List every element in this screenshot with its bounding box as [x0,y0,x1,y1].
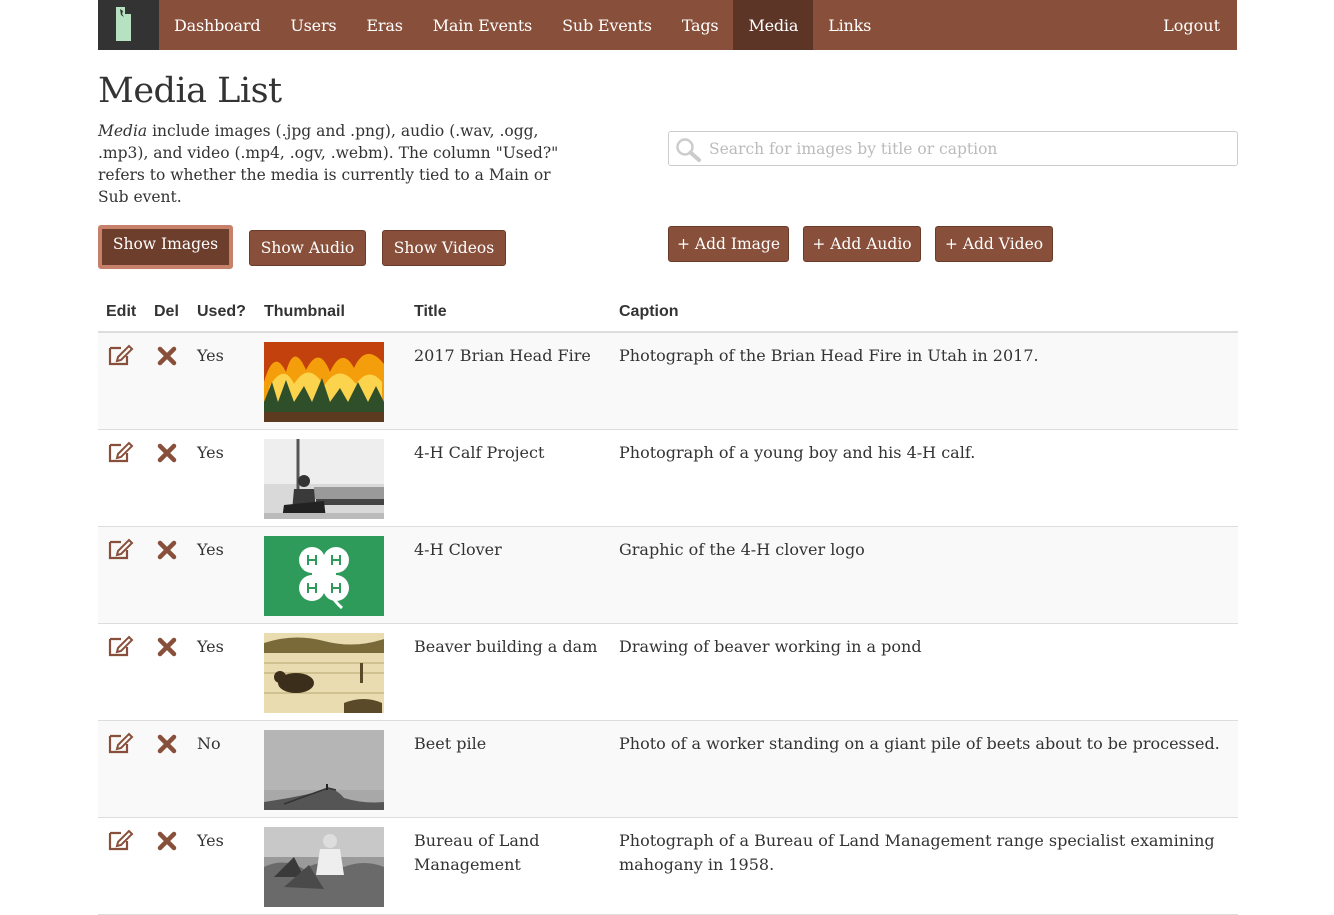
show-audio-button[interactable]: Show Audio [249,230,366,266]
used-value: Yes [197,540,224,559]
nav-item-sub-events[interactable]: Sub Events [547,0,667,50]
page-intro: Media include images (.jpg and .png), au… [98,120,568,208]
boy-with-calf-thumbnail [264,439,384,519]
media-table: Edit Del Used? Thumbnail Title Caption Y… [98,292,1238,915]
nav-item-main-events[interactable]: Main Events [418,0,547,50]
edit-icon[interactable] [108,343,134,367]
nav-item-eras[interactable]: Eras [351,0,417,50]
nav-item-tags[interactable]: Tags [667,0,734,50]
table-row: Yes Bureau of Land Management Photograph… [98,818,1238,915]
add-video-button[interactable]: + Add Video [935,226,1053,262]
used-value: Yes [197,346,224,365]
nav-item-dashboard[interactable]: Dashboard [159,0,275,50]
search-input[interactable] [709,132,1229,165]
header-title: Title [414,303,447,320]
nav-item-links[interactable]: Links [813,0,886,50]
media-caption: Drawing of beaver working in a pond [619,637,922,656]
table-row: Yes Beaver building a dam Drawing of bea… [98,624,1238,721]
page-title: Media List [98,71,282,111]
table-row: Yes 4-H Calf Project Photograph of a you… [98,430,1238,527]
media-caption: Photograph of a young boy and his 4-H ca… [619,443,976,462]
forest-fire-thumbnail [264,342,384,422]
intro-emphasis: Media [98,122,148,140]
nav-menu: Dashboard Users Eras Main Events Sub Eve… [159,0,886,50]
add-audio-button[interactable]: + Add Audio [803,226,921,262]
top-navbar: Dashboard Users Eras Main Events Sub Eve… [98,0,1237,50]
thumbnail-image[interactable] [264,633,384,713]
delete-icon[interactable] [157,734,177,754]
edit-icon[interactable] [108,440,134,464]
edit-icon[interactable] [108,634,134,658]
beet-pile-thumbnail [264,730,384,810]
media-caption: Photo of a worker standing on a giant pi… [619,734,1220,753]
header-del: Del [154,303,179,320]
delete-icon[interactable] [157,540,177,560]
used-value: Yes [197,443,224,462]
media-title: 4-H Calf Project [414,443,545,462]
media-title: Bureau of Land Management [414,831,540,874]
thumbnail-image[interactable] [264,536,384,616]
used-value: No [197,734,221,753]
delete-icon[interactable] [157,831,177,851]
nav-item-media[interactable]: Media [733,0,814,50]
show-videos-button[interactable]: Show Videos [382,230,506,266]
utah-state-icon [116,7,131,41]
media-title: Beet pile [414,734,487,753]
media-title: 2017 Brian Head Fire [414,346,591,365]
thumbnail-image[interactable] [264,439,384,519]
thumbnail-image[interactable] [264,827,384,907]
header-thumbnail: Thumbnail [264,303,345,320]
4h-clover-thumbnail [264,536,384,616]
table-row: No Beet pile Photo of a worker standing … [98,721,1238,818]
used-value: Yes [197,831,224,850]
add-image-button[interactable]: + Add Image [668,226,789,262]
search-icon [676,138,701,162]
thumbnail-image[interactable] [264,342,384,422]
header-edit: Edit [106,303,137,320]
delete-icon[interactable] [157,443,177,463]
header-caption: Caption [619,303,679,320]
media-caption: Graphic of the 4-H clover logo [619,540,865,559]
show-images-button[interactable]: Show Images [98,225,233,269]
blm-specialist-thumbnail [264,827,384,907]
logout-link[interactable]: Logout [1163,0,1220,50]
edit-icon[interactable] [108,731,134,755]
delete-icon[interactable] [157,637,177,657]
search-box [668,131,1238,166]
media-title: 4-H Clover [414,540,502,559]
used-value: Yes [197,637,224,656]
media-title: Beaver building a dam [414,637,598,656]
media-caption: Photograph of the Brian Head Fire in Uta… [619,346,1039,365]
brand-logo[interactable] [98,0,159,50]
thumbnail-image[interactable] [264,730,384,810]
delete-icon[interactable] [157,346,177,366]
table-header: Edit Del Used? Thumbnail Title Caption [98,292,1238,333]
table-row: Yes 2017 Brian Head Fire Photograph of t… [98,333,1238,430]
edit-icon[interactable] [108,828,134,852]
edit-icon[interactable] [108,537,134,561]
intro-text: include images (.jpg and .png), audio (.… [98,122,559,206]
table-row: Yes 4-H Clover Graphic of the 4-H clover… [98,527,1238,624]
beaver-drawing-thumbnail [264,633,384,713]
media-caption: Photograph of a Bureau of Land Managemen… [619,831,1215,874]
header-used: Used? [197,303,246,320]
nav-item-users[interactable]: Users [275,0,351,50]
